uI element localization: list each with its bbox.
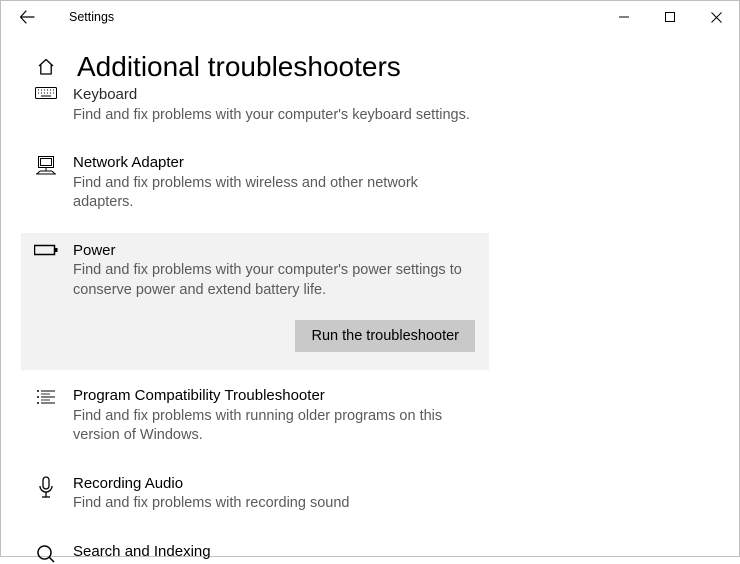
maximize-button[interactable] <box>647 1 693 33</box>
arrow-left-icon <box>19 9 35 25</box>
close-button[interactable] <box>693 1 739 33</box>
troubleshooter-power[interactable]: Power Find and fix problems with your co… <box>21 233 489 371</box>
battery-icon <box>31 241 61 301</box>
troubleshooter-recording-audio[interactable]: Recording Audio Find and fix problems wi… <box>21 466 489 524</box>
power-title: Power <box>73 241 479 261</box>
list-icon <box>31 386 61 446</box>
window-title: Settings <box>69 10 114 24</box>
network-adapter-icon <box>31 153 61 213</box>
close-icon <box>711 12 722 23</box>
compat-desc: Find and fix problems with running older… <box>73 407 479 446</box>
network-title: Network Adapter <box>73 153 479 173</box>
maximize-icon <box>665 12 675 22</box>
minimize-button[interactable] <box>601 1 647 33</box>
troubleshooter-list: Keyboard Find and fix problems with your… <box>1 85 739 564</box>
search-title: Search and Indexing <box>73 542 479 562</box>
window-controls <box>601 1 739 33</box>
minimize-icon <box>619 12 629 22</box>
titlebar: Settings <box>1 1 739 33</box>
recording-desc: Find and fix problems with recording sou… <box>73 494 479 514</box>
keyboard-title: Keyboard <box>73 85 479 105</box>
power-desc: Find and fix problems with your computer… <box>73 261 479 300</box>
compat-title: Program Compatibility Troubleshooter <box>73 386 479 406</box>
page-title: Additional troubleshooters <box>77 51 401 83</box>
keyboard-desc: Find and fix problems with your computer… <box>73 106 479 126</box>
search-icon <box>31 542 61 564</box>
home-icon[interactable] <box>33 57 59 77</box>
network-desc: Find and fix problems with wireless and … <box>73 174 479 213</box>
troubleshooter-keyboard[interactable]: Keyboard Find and fix problems with your… <box>21 85 489 135</box>
recording-title: Recording Audio <box>73 474 479 494</box>
keyboard-icon <box>31 85 61 125</box>
troubleshooter-network-adapter[interactable]: Network Adapter Find and fix problems wi… <box>21 145 489 223</box>
home-icon-svg <box>36 57 56 77</box>
troubleshooter-search-indexing[interactable]: Search and Indexing <box>21 534 489 564</box>
page-header: Additional troubleshooters <box>1 33 739 89</box>
run-troubleshooter-button[interactable]: Run the troubleshooter <box>295 320 475 352</box>
microphone-icon <box>31 474 61 514</box>
troubleshooter-program-compatibility[interactable]: Program Compatibility Troubleshooter Fin… <box>21 378 489 456</box>
back-button[interactable] <box>7 1 47 33</box>
